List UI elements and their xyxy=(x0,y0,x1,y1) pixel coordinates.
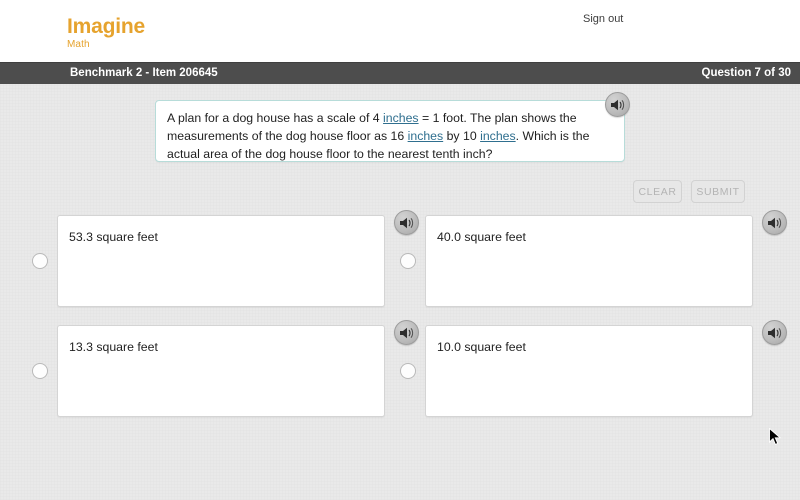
answer-radio-1[interactable] xyxy=(32,253,48,269)
answer-radio-2[interactable] xyxy=(400,253,416,269)
answer-speaker-icon-4[interactable] xyxy=(762,320,787,345)
answer-option[interactable]: 40.0 square feet xyxy=(393,210,787,307)
action-button-group: CLEAR SUBMIT xyxy=(633,180,745,204)
answer-label-2: 40.0 square feet xyxy=(437,230,526,244)
brand-logo: Imagine Math xyxy=(67,16,145,50)
question-text: A plan for a dog house has a scale of 4 … xyxy=(167,109,599,163)
question-counter: Question 7 of 30 xyxy=(701,67,791,79)
status-bar: Benchmark 2 - Item 206645 Question 7 of … xyxy=(0,62,800,85)
answer-option[interactable]: 10.0 square feet xyxy=(393,320,787,417)
answer-option[interactable]: 13.3 square feet xyxy=(25,320,419,417)
answer-option[interactable]: 53.3 square feet xyxy=(25,210,419,307)
glossary-term[interactable]: inches xyxy=(480,129,516,143)
page-header: Imagine Math Sign out xyxy=(0,0,800,62)
answer-radio-3[interactable] xyxy=(32,363,48,379)
answer-label-3: 13.3 square feet xyxy=(69,340,158,354)
answer-speaker-icon-2[interactable] xyxy=(762,210,787,235)
answer-radio-4[interactable] xyxy=(400,363,416,379)
mouse-cursor xyxy=(769,427,782,447)
glossary-term[interactable]: inches xyxy=(408,129,444,143)
assessment-stage: A plan for a dog house has a scale of 4 … xyxy=(0,84,800,500)
question-panel: A plan for a dog house has a scale of 4 … xyxy=(155,92,630,163)
brand-logo-primary: Imagine xyxy=(67,15,145,38)
answer-label-1: 53.3 square feet xyxy=(69,230,158,244)
answer-card-4[interactable]: 10.0 square feet xyxy=(425,320,787,417)
glossary-term[interactable]: inches xyxy=(383,111,419,125)
question-speaker-icon[interactable] xyxy=(605,92,630,117)
sign-out-link[interactable]: Sign out xyxy=(583,13,623,25)
clear-button[interactable]: CLEAR xyxy=(633,180,682,203)
answer-card-1[interactable]: 53.3 square feet xyxy=(57,210,419,307)
question-text-segment: by 10 xyxy=(443,129,481,143)
answer-card-3[interactable]: 13.3 square feet xyxy=(57,320,419,417)
answer-card-2[interactable]: 40.0 square feet xyxy=(425,210,787,307)
benchmark-item-label: Benchmark 2 - Item 206645 xyxy=(70,67,218,79)
question-text-segment: A plan for a dog house has a scale of 4 xyxy=(167,111,384,125)
answer-label-4: 10.0 square feet xyxy=(437,340,526,354)
submit-button[interactable]: SUBMIT xyxy=(691,180,745,203)
brand-logo-secondary: Math xyxy=(67,39,90,50)
